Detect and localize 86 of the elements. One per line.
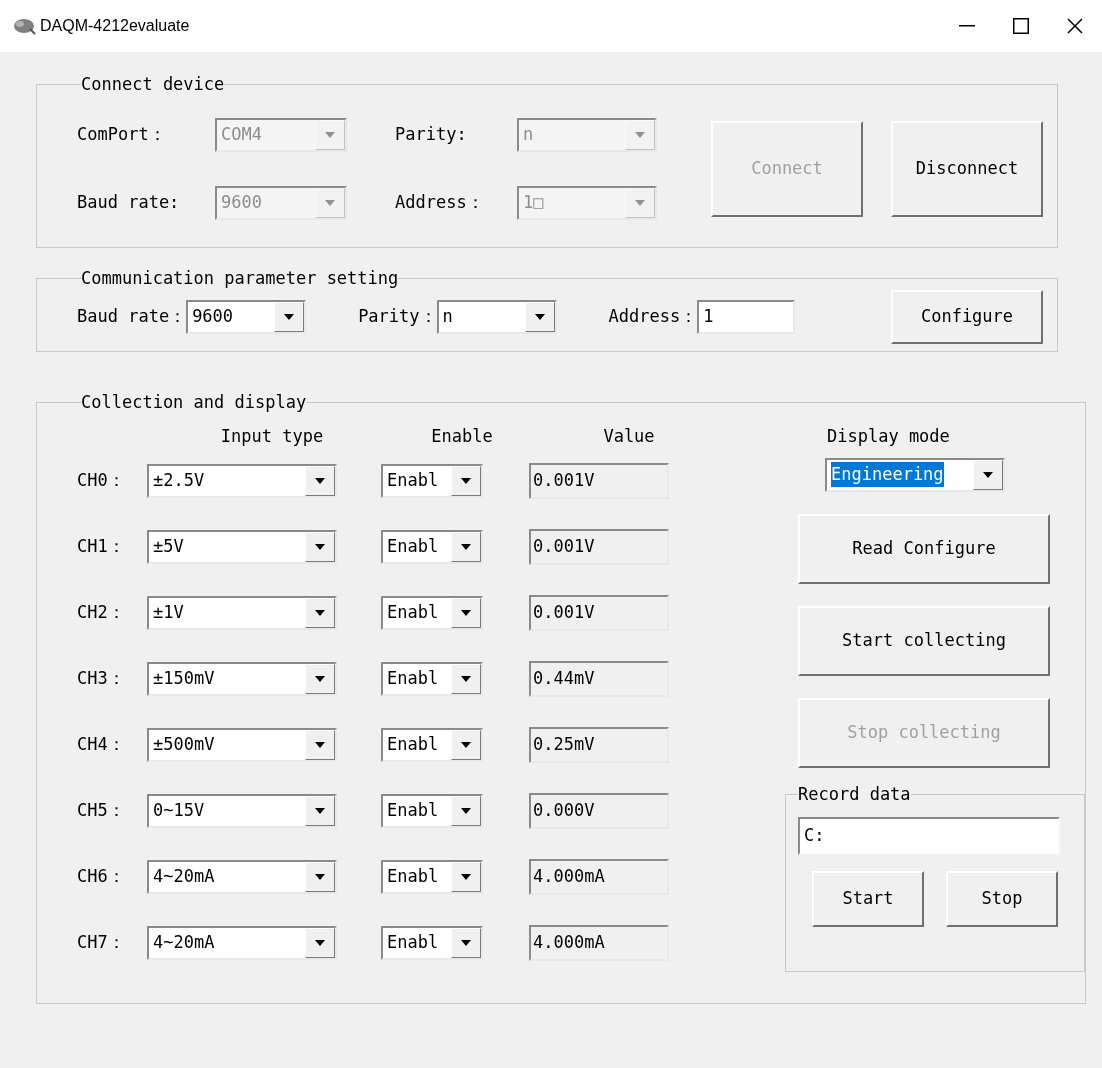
field-label: CH0： (77, 468, 126, 492)
combo-box[interactable]: Enabl (381, 859, 483, 894)
caret-icon (315, 807, 325, 814)
window-title: DAQM-4212evaluate (40, 16, 190, 36)
combo-box[interactable]: ±5V (147, 529, 337, 564)
group-title: Connect device (81, 73, 225, 96)
combo-box[interactable]: n (436, 299, 557, 334)
push-button[interactable]: Configure (891, 289, 1043, 344)
field-label: Baud rate： (77, 304, 187, 328)
field-label: CH2： (77, 600, 126, 624)
combo-box[interactable]: Enabl (381, 727, 483, 762)
combo-box[interactable]: 4~20mA (147, 925, 337, 960)
combo-box[interactable]: Enabl (381, 925, 483, 960)
caret-icon (461, 741, 471, 748)
combo-box[interactable]: ±150mV (147, 661, 337, 696)
group-title: Collection and display (81, 391, 307, 414)
combo-box[interactable]: 0~15V (147, 793, 337, 828)
value-field: 0.000V (529, 792, 669, 829)
field-label: CH5： (77, 798, 126, 822)
caret-icon (315, 741, 325, 748)
push-button[interactable]: Start (812, 871, 924, 927)
value-field: 0.25mV (529, 726, 669, 763)
field-label: Baud rate: (77, 190, 181, 214)
field-label: CH7： (77, 930, 126, 954)
caret-icon (325, 131, 335, 138)
field-label: Parity: (395, 122, 468, 146)
column-header: Enable (430, 424, 494, 448)
caret-icon (325, 199, 335, 206)
combo-box[interactable]: ±500mV (147, 727, 337, 762)
field-label: CH1： (77, 534, 126, 558)
combo-box[interactable]: Enabl (381, 463, 483, 498)
value-field: 4.000mA (529, 858, 669, 895)
caret-icon (461, 675, 471, 682)
combo-box[interactable]: ±1V (147, 595, 337, 630)
caret-icon (635, 131, 645, 138)
field-label: CH6： (77, 864, 126, 888)
caret-icon (461, 609, 471, 616)
maximize-icon (1013, 18, 1029, 34)
field-label: Address： (608, 304, 698, 328)
caret-icon (534, 313, 545, 320)
group-title: Record data (798, 782, 911, 806)
path-field[interactable]: C: (798, 817, 1060, 855)
value-field: 0.44mV (529, 660, 669, 697)
caret-icon (461, 939, 471, 946)
caret-icon (983, 471, 993, 478)
caret-icon (461, 807, 471, 814)
caret-icon (315, 675, 325, 682)
caret-icon (461, 543, 471, 550)
value-field: 0.001V (529, 528, 669, 565)
caret-icon (315, 609, 325, 616)
close-icon (1067, 18, 1083, 34)
minimize-icon (959, 25, 975, 27)
caret-icon (315, 477, 325, 484)
caret-icon (284, 313, 295, 320)
combo-box[interactable]: Enabl (381, 661, 483, 696)
caret-icon (315, 939, 325, 946)
input-field[interactable]: 1 (697, 299, 796, 334)
value-field: 0.001V (529, 462, 669, 499)
field-label: Address： (395, 190, 485, 214)
value-field: 0.001V (529, 594, 669, 631)
caret-icon (461, 477, 471, 484)
app-icon (12, 17, 36, 35)
push-button[interactable]: Read Configure (798, 513, 1050, 584)
group-title: Communication parameter setting (81, 267, 399, 290)
caret-icon (635, 199, 645, 206)
push-button[interactable]: Start collecting (798, 605, 1050, 676)
combo-box[interactable]: Enabl (381, 595, 483, 630)
push-button[interactable]: Disconnect (891, 120, 1043, 217)
combo-box[interactable]: 9600 (186, 299, 307, 334)
push-button[interactable]: Stop (946, 871, 1058, 927)
value-field: 4.000mA (529, 924, 669, 961)
display-mode-label: Display mode (827, 424, 950, 448)
combo-box[interactable]: Enabl (381, 793, 483, 828)
column-header: Input type (219, 424, 325, 448)
caret-icon (315, 543, 325, 550)
column-header: Value (602, 424, 656, 448)
caret-icon (461, 873, 471, 880)
field-label: ComPort： (77, 122, 167, 146)
caret-icon (315, 873, 325, 880)
field-label: CH4： (77, 732, 126, 756)
combo-box[interactable]: Enabl (381, 529, 483, 564)
field-label: Parity： (358, 304, 437, 328)
combo-box[interactable]: 4~20mA (147, 859, 337, 894)
field-label: CH3： (77, 666, 126, 690)
combo-box[interactable]: ±2.5V (147, 463, 337, 498)
combo-box[interactable]: Engineering (825, 457, 1005, 492)
